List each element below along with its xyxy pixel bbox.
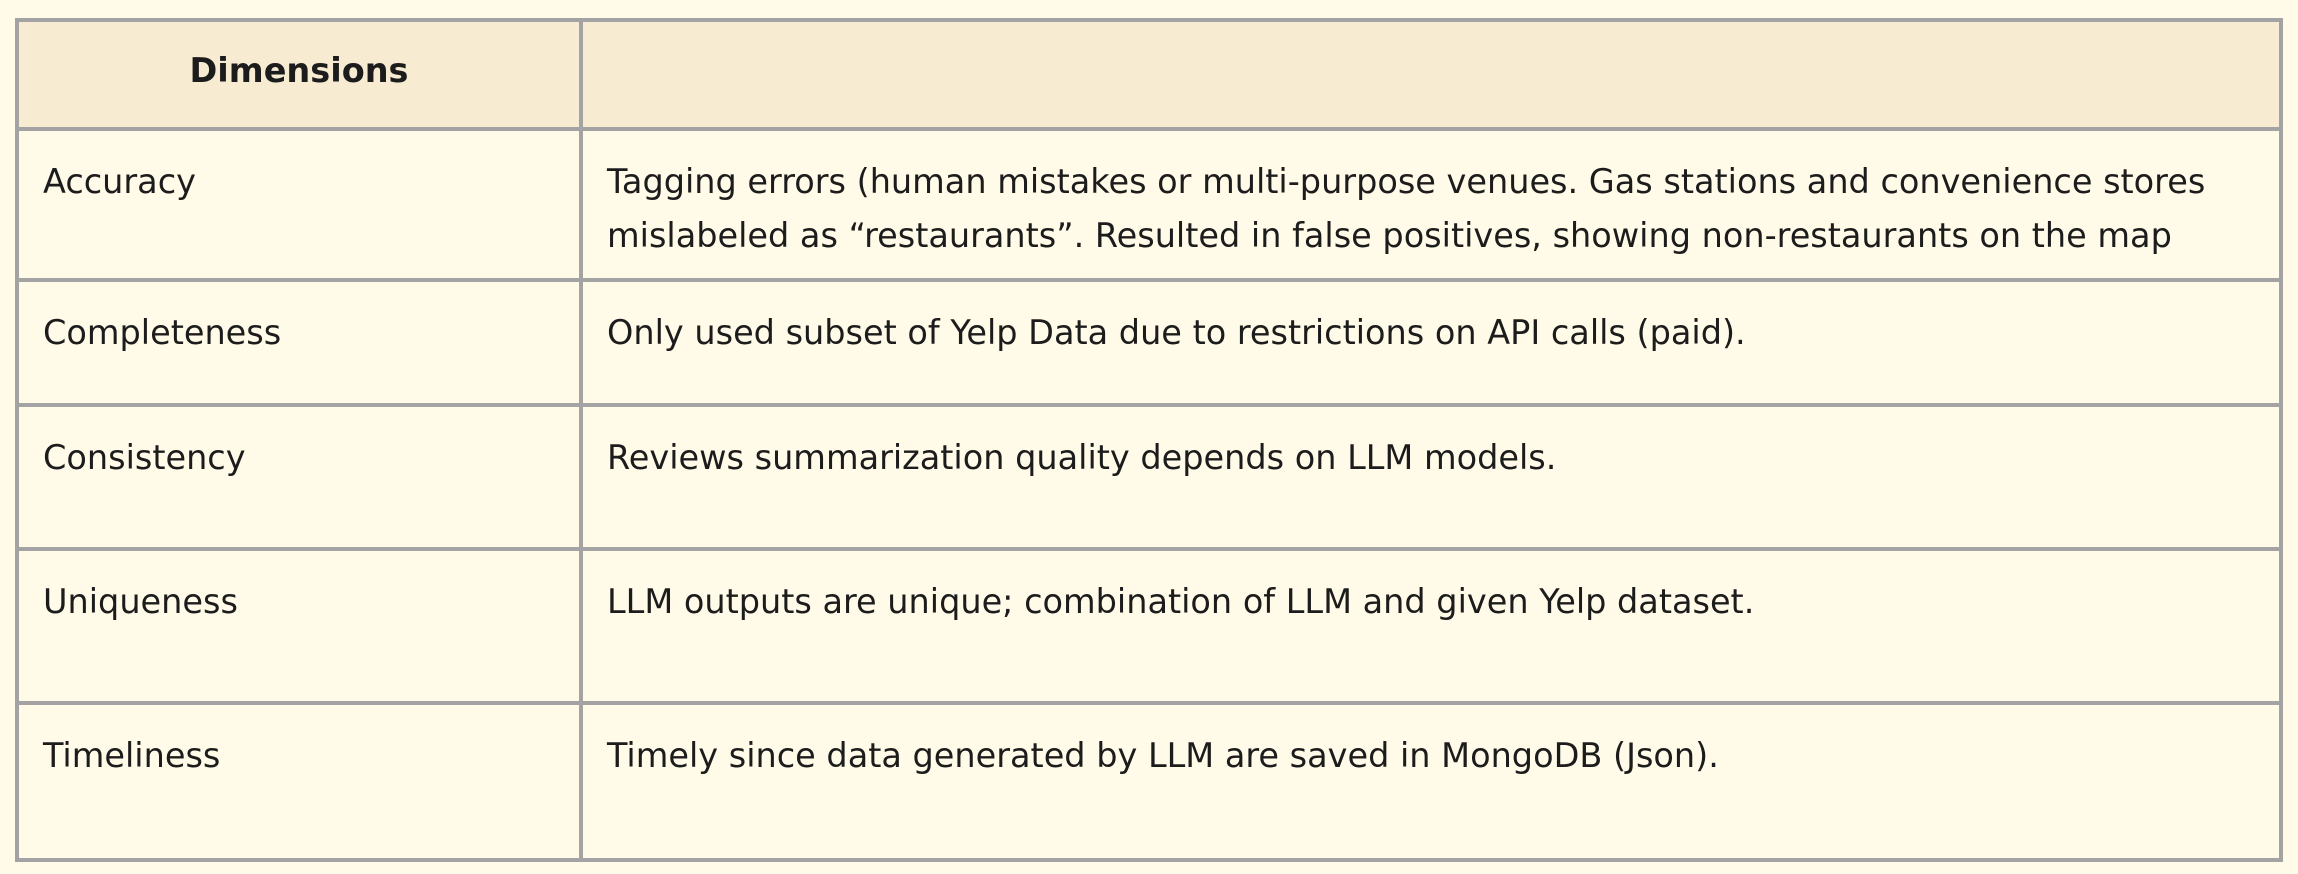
row-timeliness-description: Timely since data generated by LLM are s… — [607, 736, 1719, 775]
row-uniqueness-description: LLM outputs are unique; combination of L… — [583, 551, 2279, 705]
row-uniqueness-dimension: Uniqueness — [19, 551, 583, 705]
row-completeness-description: Only used subset of Yelp Data due to res… — [583, 282, 2279, 407]
row-accuracy-dimension: Accuracy — [19, 131, 583, 282]
header-description — [583, 22, 2279, 131]
row-consistency-description: Reviews summarization quality depends on… — [583, 407, 2279, 551]
header-dimensions: Dimensions — [19, 22, 583, 131]
row-accuracy-description: Tagging errors (human mistakes or multi-… — [583, 131, 2279, 282]
row-consistency-dimension: Consistency — [19, 407, 583, 551]
data-quality-table: Dimensions Accuracy Tagging errors (huma… — [15, 18, 2283, 862]
row-timeliness-dimension: Timeliness — [19, 705, 583, 858]
row-completeness-dimension: Completeness — [19, 282, 583, 407]
